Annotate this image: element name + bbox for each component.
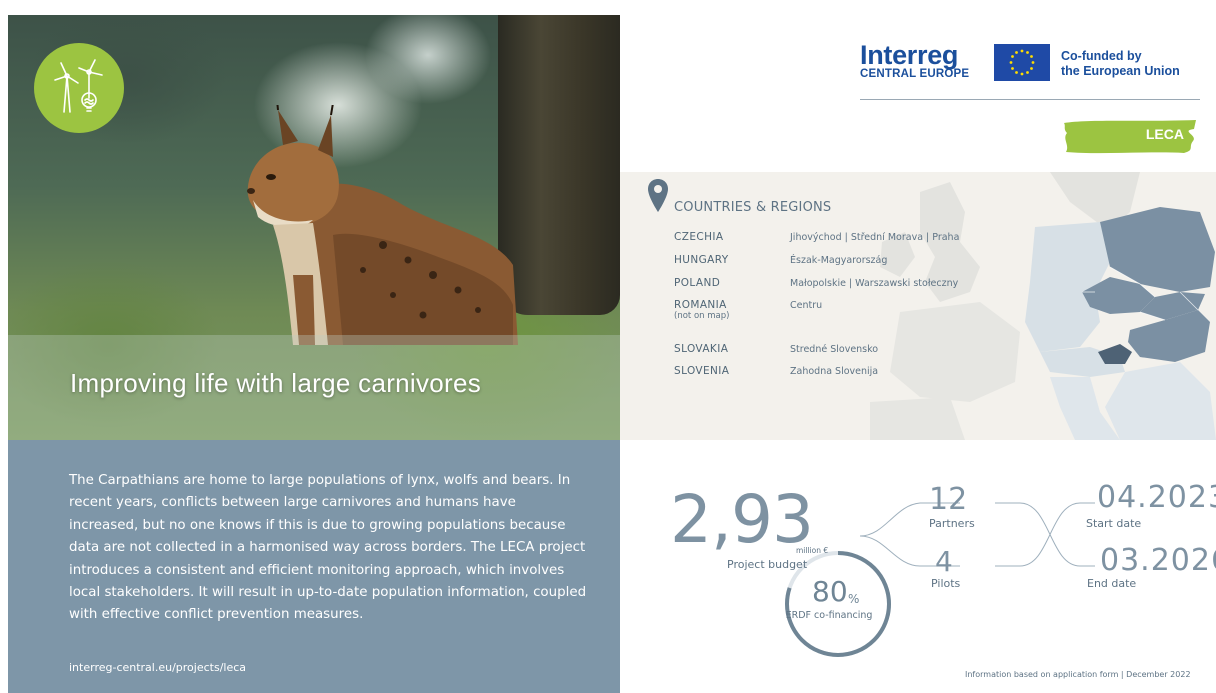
region-areas: Észak-Magyarország — [790, 255, 888, 266]
project-tag: LECA — [1145, 126, 1184, 142]
eu-line-2: the European Union — [1061, 64, 1180, 78]
regions-title: COUNTRIES & REGIONS — [674, 200, 832, 215]
region-country: ROMANIA — [674, 299, 727, 311]
cofinancing-unit: % — [848, 592, 860, 606]
budget-value: 2,93 — [670, 481, 814, 558]
region-country: HUNGARY — [674, 254, 729, 266]
region-areas: Jihovýchod | Střední Morava | Praha — [790, 232, 960, 243]
budget-label: Project budget — [727, 558, 808, 571]
region-areas: Małopolskie | Warszawski stołeczny — [790, 278, 959, 289]
region-country: SLOVAKIA — [674, 343, 729, 355]
partners-label: Partners — [929, 517, 975, 530]
region-areas: Zahodna Slovenija — [790, 366, 879, 377]
region-note: (not on map) — [674, 311, 730, 321]
eu-flag-icon — [994, 44, 1050, 81]
budget-unit: million € — [796, 546, 829, 555]
region-areas: Centru — [790, 300, 823, 311]
interreg-logo: Interreg CENTRAL EUROPE — [860, 40, 970, 81]
pilots-count: 4 — [935, 545, 953, 578]
regions-map-panel: COUNTRIES & REGIONS CZECHIA Jihovýchod |… — [620, 172, 1216, 440]
header-divider — [860, 99, 1200, 100]
page-title: Improving life with large carnivores — [70, 368, 482, 398]
cofinancing-label: ERDF co-financing — [785, 610, 873, 621]
footnote: Information based on application form | … — [965, 670, 1191, 679]
end-date-label: End date — [1087, 577, 1137, 590]
wind-turbine-icon — [34, 43, 124, 133]
start-date-label: Start date — [1086, 517, 1142, 530]
region-country: POLAND — [674, 277, 721, 289]
region-country: CZECHIA — [674, 231, 724, 243]
project-description: The Carpathians are home to large popula… — [69, 473, 587, 623]
hero-photo: Improving life with large carnivores — [8, 15, 620, 440]
lynx-illustration — [247, 105, 518, 345]
eu-line-1: Co-funded by — [1061, 49, 1142, 63]
cofinancing-value: 80 — [812, 575, 848, 608]
location-pin-icon — [648, 179, 668, 212]
region-areas: Stredné Slovensko — [790, 344, 879, 355]
eu-cofunded-text: Co-funded by the European Union — [1061, 49, 1180, 79]
start-date: 04.2023 — [1097, 480, 1216, 515]
partners-count: 12 — [929, 482, 968, 517]
interreg-subtitle: CENTRAL EUROPE — [860, 68, 970, 80]
region-country: SLOVENIA — [674, 365, 730, 377]
end-date: 03.2026 — [1100, 543, 1216, 578]
project-link[interactable]: interreg-central.eu/projects/leca — [69, 661, 246, 674]
description-panel: The Carpathians are home to large popula… — [8, 440, 620, 693]
interreg-wordmark: Interreg — [860, 40, 959, 70]
pilots-label: Pilots — [931, 577, 961, 590]
